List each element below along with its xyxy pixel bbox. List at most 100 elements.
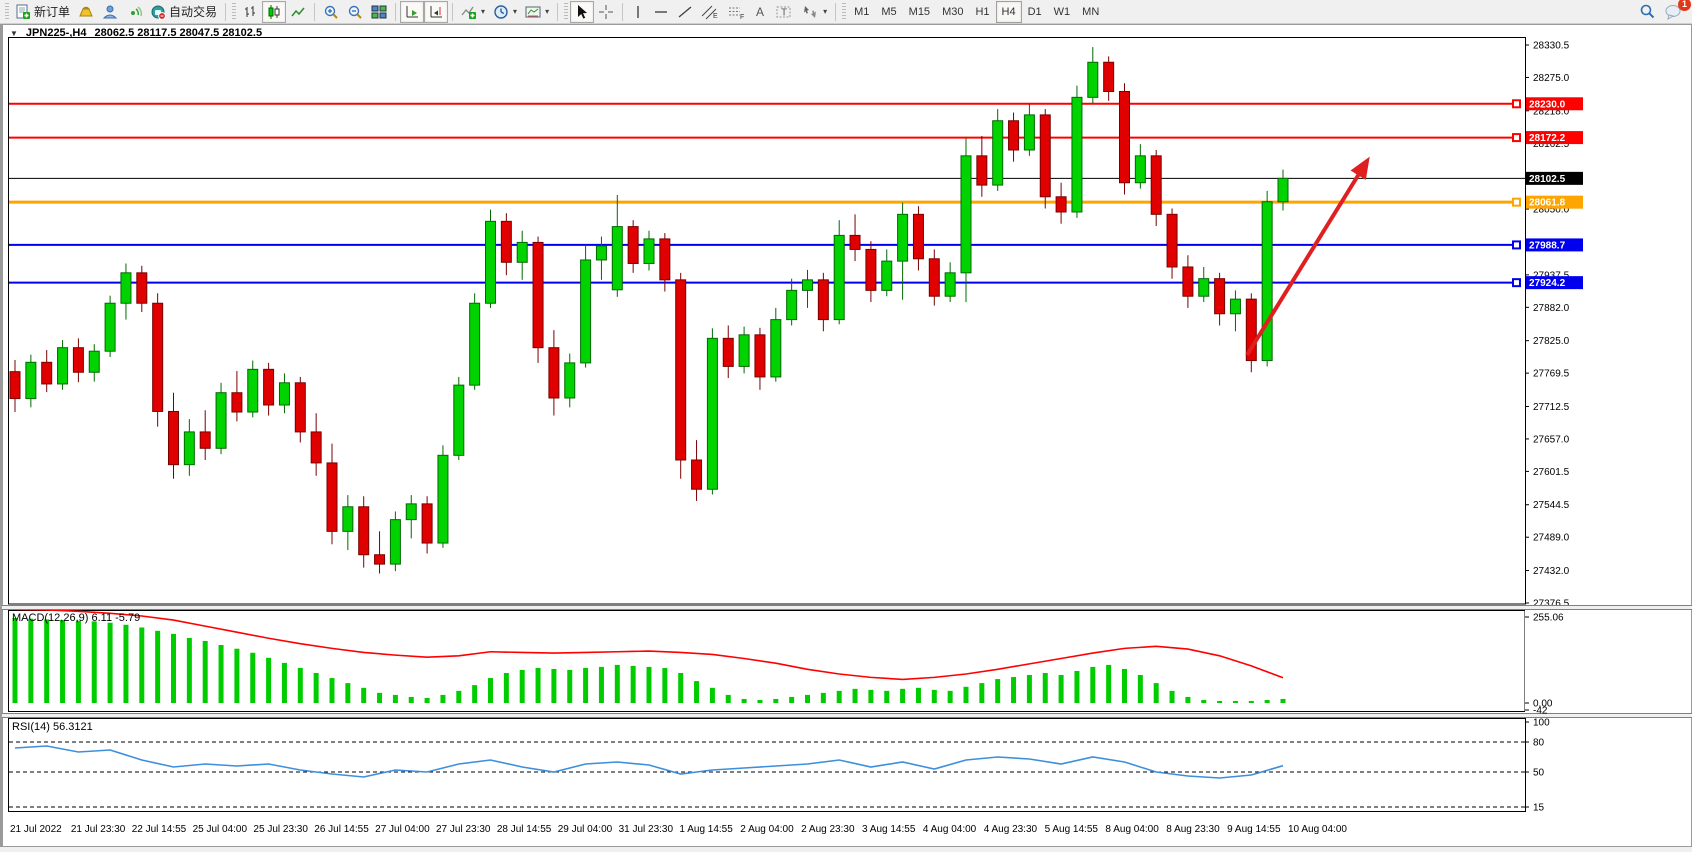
arrows-icon (801, 4, 819, 20)
cursor-tool-button[interactable] (570, 1, 594, 23)
svg-text:27489.0: 27489.0 (1533, 533, 1570, 544)
mql5-community-button[interactable] (98, 1, 122, 23)
auto-scroll-button[interactable] (400, 1, 424, 23)
auto-trading-label: 自动交易 (169, 3, 217, 20)
svg-text:28172.2: 28172.2 (1529, 133, 1566, 144)
svg-text:8 Aug 23:30: 8 Aug 23:30 (1166, 824, 1220, 835)
svg-text:2 Aug 04:00: 2 Aug 04:00 (740, 824, 794, 835)
crosshair-icon (598, 4, 614, 20)
text-icon: A (753, 4, 767, 20)
svg-text:21 Jul 23:30: 21 Jul 23:30 (71, 824, 126, 835)
timeframe-h1-button[interactable]: H1 (969, 1, 995, 23)
toolbar-grip (842, 3, 846, 21)
svg-text:26 Jul 14:55: 26 Jul 14:55 (314, 824, 369, 835)
clock-icon (493, 4, 509, 20)
svg-text:27712.5: 27712.5 (1533, 402, 1570, 413)
svg-text:28061.8: 28061.8 (1529, 198, 1566, 209)
timeframe-mn-button[interactable]: MN (1076, 1, 1105, 23)
svg-text:255.06: 255.06 (1533, 613, 1564, 624)
equidistant-channel-tool-button[interactable]: E (697, 1, 723, 23)
text-tool-button[interactable]: A (749, 1, 771, 23)
toolbar-separator (835, 3, 836, 21)
svg-text:T: T (781, 7, 787, 18)
add-indicator-icon (461, 4, 477, 20)
text-label-tool-button[interactable]: T (771, 1, 797, 23)
toolbar-separator (225, 3, 226, 21)
chart-shift-button[interactable] (424, 1, 448, 23)
toolbar-separator (395, 3, 396, 21)
svg-text:28102.5: 28102.5 (1529, 174, 1566, 185)
svg-text:-42: -42 (1533, 706, 1548, 717)
svg-text:29 Jul 04:00: 29 Jul 04:00 (558, 824, 613, 835)
candlestick-chart-icon (266, 4, 282, 20)
periods-button[interactable]: ▾ (489, 1, 521, 23)
svg-text:E: E (713, 13, 718, 20)
candlestick-chart-button[interactable] (262, 1, 286, 23)
svg-text:8 Aug 04:00: 8 Aug 04:00 (1105, 824, 1159, 835)
trendline-tool-button[interactable] (673, 1, 697, 23)
timeframe-m15-button[interactable]: M15 (903, 1, 936, 23)
new-order-icon (15, 4, 31, 20)
svg-text:28330.5: 28330.5 (1533, 41, 1570, 52)
svg-text:27769.5: 27769.5 (1533, 369, 1570, 380)
timeframe-m1-button[interactable]: M1 (848, 1, 875, 23)
timeframe-h4-button[interactable]: H4 (996, 1, 1022, 23)
search-button[interactable] (1635, 1, 1660, 23)
ohlc-collapse-icon[interactable]: ▼ (10, 29, 18, 38)
chart-title: ▼ JPN225-,H4 28062.5 28117.5 28047.5 281… (10, 27, 262, 39)
new-order-button[interactable]: 新订单 (11, 1, 74, 23)
text-label-icon: T (775, 4, 793, 20)
macd-indicator-label: MACD(12,26,9) 6.11 -5.79 (12, 612, 140, 624)
bar-chart-button[interactable] (238, 1, 262, 23)
svg-text:5 Aug 14:55: 5 Aug 14:55 (1045, 824, 1099, 835)
indicators-dropdown-arrow: ▾ (481, 7, 485, 16)
vertical-line-tool-button[interactable] (627, 1, 649, 23)
chart-canvas[interactable]: 28330.528275.028218.028162.528106.528050… (2, 24, 1692, 847)
horizontal-line-tool-button[interactable] (649, 1, 673, 23)
chart-window: 28330.528275.028218.028162.528106.528050… (0, 24, 1692, 847)
arrows-tool-button[interactable]: ▾ (797, 1, 831, 23)
notification-badge: 1 (1678, 0, 1691, 11)
signals-button[interactable] (122, 1, 146, 23)
svg-text:1 Aug 14:55: 1 Aug 14:55 (679, 824, 733, 835)
zoom-out-button[interactable] (343, 1, 367, 23)
svg-text:3 Aug 14:55: 3 Aug 14:55 (862, 824, 916, 835)
profile-icon (78, 4, 94, 20)
chart-profiles-button[interactable] (74, 1, 98, 23)
svg-text:80: 80 (1533, 738, 1545, 749)
toolbar-grip (564, 3, 568, 21)
svg-text:25 Jul 04:00: 25 Jul 04:00 (193, 824, 248, 835)
zoom-in-button[interactable] (319, 1, 343, 23)
tile-windows-button[interactable] (367, 1, 391, 23)
svg-text:27882.0: 27882.0 (1533, 303, 1570, 314)
rsi-indicator-label: RSI(14) 56.3121 (12, 721, 93, 733)
timeframe-m5-button[interactable]: M5 (875, 1, 902, 23)
template-icon (525, 4, 541, 20)
timeframe-d1-button[interactable]: D1 (1022, 1, 1048, 23)
svg-text:27657.0: 27657.0 (1533, 434, 1570, 445)
bar-chart-icon (242, 4, 258, 20)
toolbar-separator (452, 3, 453, 21)
svg-text:21 Jul 2022: 21 Jul 2022 (10, 824, 62, 835)
svg-text:27 Jul 23:30: 27 Jul 23:30 (436, 824, 491, 835)
toolbar-separator (622, 3, 623, 21)
fibonacci-tool-button[interactable]: F (723, 1, 749, 23)
svg-text:27825.0: 27825.0 (1533, 336, 1570, 347)
templates-button[interactable]: ▾ (521, 1, 553, 23)
crosshair-tool-button[interactable] (594, 1, 618, 23)
svg-text:27988.7: 27988.7 (1529, 240, 1566, 251)
line-chart-button[interactable] (286, 1, 310, 23)
community-person-icon (102, 4, 118, 20)
cursor-icon (574, 4, 590, 20)
svg-text:27924.2: 27924.2 (1529, 278, 1566, 289)
svg-text:A: A (756, 5, 764, 19)
auto-trading-button[interactable]: 自动交易 (146, 1, 221, 23)
svg-text:28230.0: 28230.0 (1529, 99, 1566, 110)
svg-text:27 Jul 04:00: 27 Jul 04:00 (375, 824, 430, 835)
notifications-button[interactable]: 1 (1660, 1, 1686, 23)
line-chart-icon (290, 4, 306, 20)
timeframe-m30-button[interactable]: M30 (936, 1, 969, 23)
indicators-button[interactable]: ▾ (457, 1, 489, 23)
timeframe-w1-button[interactable]: W1 (1048, 1, 1077, 23)
svg-text:28275.0: 28275.0 (1533, 73, 1570, 84)
